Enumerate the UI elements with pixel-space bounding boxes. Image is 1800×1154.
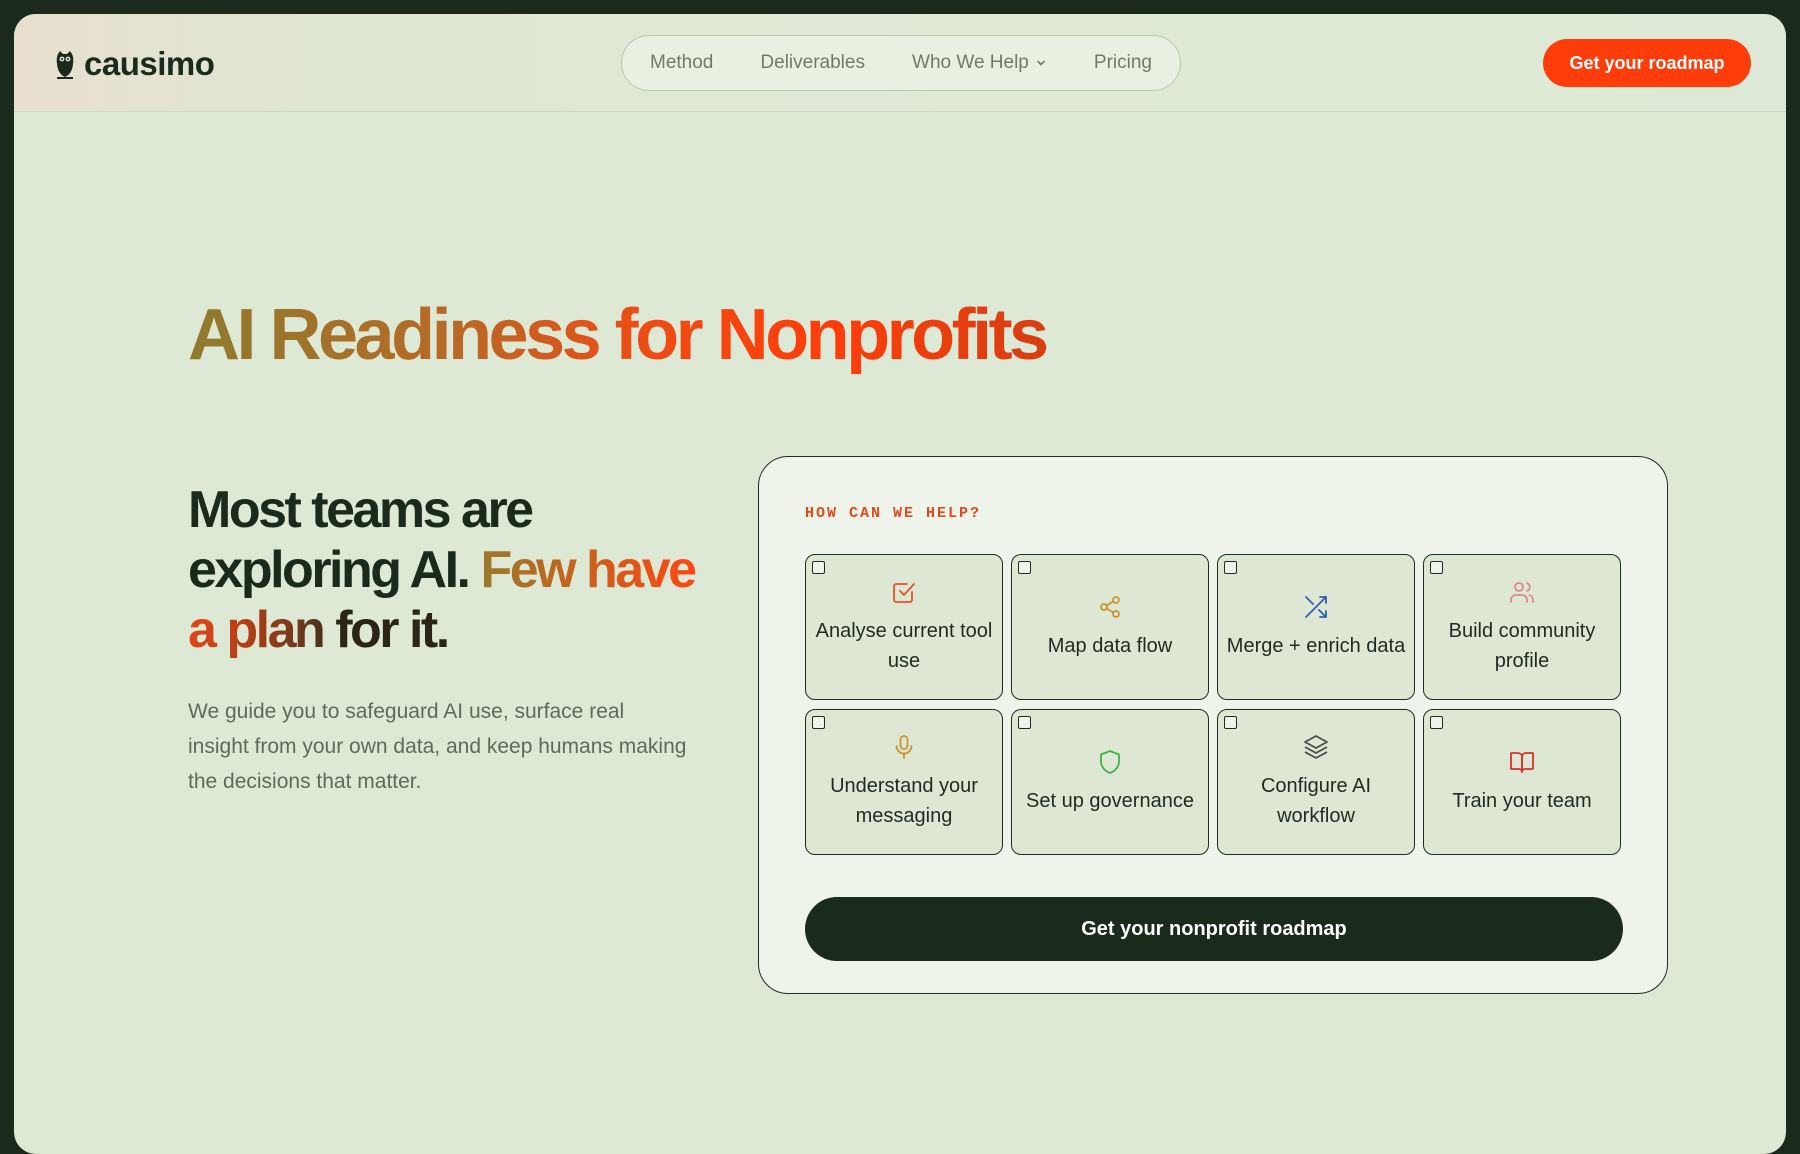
option-label: Configure AI workflow [1260, 775, 1372, 827]
site-header: causimo Method Deliverables Who We Help … [14, 14, 1786, 112]
card-label: HOW CAN WE HELP? [805, 505, 982, 522]
option-train-your-team[interactable]: Train your team [1423, 709, 1621, 855]
layers-icon [1304, 735, 1328, 759]
option-label: Analyse current tool use [815, 620, 993, 672]
brand-name: causimo [84, 45, 215, 82]
option-checkbox[interactable] [1224, 561, 1237, 574]
option-map-data-flow[interactable]: Map data flow [1011, 554, 1209, 700]
get-nonprofit-roadmap-button[interactable]: Get your nonprofit roadmap [805, 897, 1623, 961]
subhead-accent: Few have [480, 541, 697, 599]
option-label: Merge + enrich data [1226, 635, 1406, 657]
option-checkbox[interactable] [1430, 561, 1443, 574]
nav-item-pricing[interactable]: Pricing [1094, 52, 1152, 74]
book-icon [1510, 752, 1534, 773]
option-checkbox[interactable] [1018, 716, 1031, 729]
get-roadmap-button[interactable]: Get your roadmap [1543, 39, 1751, 87]
option-merge-enrich-data[interactable]: Merge + enrich data [1217, 554, 1415, 700]
option-checkbox[interactable] [1430, 716, 1443, 729]
page-frame: causimo Method Deliverables Who We Help … [14, 14, 1786, 1154]
nav-item-label: Deliverables [760, 52, 865, 73]
chevron-down-icon [1037, 60, 1045, 66]
main-nav: Method Deliverables Who We Help Pricing [621, 35, 1181, 91]
page-title: AI Readiness for Nonprofits [188, 295, 1049, 375]
nav-item-who-we-help[interactable]: Who We Help [912, 52, 1047, 74]
option-label: Set up governance [1026, 790, 1194, 812]
nav-item-method[interactable]: Method [650, 52, 713, 74]
nav-item-deliverables[interactable]: Deliverables [760, 52, 865, 74]
option-label: Train your team [1452, 790, 1592, 812]
nav-item-label: Pricing [1093, 52, 1152, 73]
option-label: Map data flow [1047, 635, 1173, 657]
option-checkbox[interactable] [812, 561, 825, 574]
option-set-up-governance[interactable]: Set up governance [1011, 709, 1209, 855]
owl-icon [56, 51, 74, 79]
shuffle-icon [1305, 596, 1327, 618]
share-icon [1100, 596, 1120, 618]
option-understand-messaging[interactable]: Understand your messaging [805, 709, 1003, 855]
help-options-card: HOW CAN WE HELP? Analyse current tool us… [758, 456, 1668, 994]
option-checkbox[interactable] [1224, 716, 1237, 729]
subhead-accent-secondary: a plan [188, 601, 336, 659]
option-checkbox[interactable] [812, 716, 825, 729]
subhead-tail: for it. [335, 601, 450, 659]
option-label: Understand your messaging [830, 775, 978, 827]
hero-lead: We guide you to safeguard AI use, surfac… [188, 700, 687, 793]
option-checkbox[interactable] [1018, 561, 1031, 574]
help-options-grid: Analyse current tool use Map data flow M… [805, 554, 1623, 855]
option-build-community-profile[interactable]: Build community profile [1423, 554, 1621, 700]
option-configure-ai-workflow[interactable]: Configure AI workflow [1217, 709, 1415, 855]
check-square-icon [893, 583, 915, 603]
nav-item-label: Method [650, 52, 714, 73]
shield-icon [1100, 750, 1120, 774]
hero-subhead: Most teams are exploring AI. Few have a … [188, 480, 708, 660]
users-icon [1510, 582, 1534, 603]
option-label: Build community profile [1448, 620, 1596, 672]
nav-item-label: Who We Help [912, 52, 1029, 73]
microphone-icon [895, 735, 913, 759]
brand-logo[interactable]: causimo [54, 44, 215, 84]
option-analyse-tool-use[interactable]: Analyse current tool use [805, 554, 1003, 700]
